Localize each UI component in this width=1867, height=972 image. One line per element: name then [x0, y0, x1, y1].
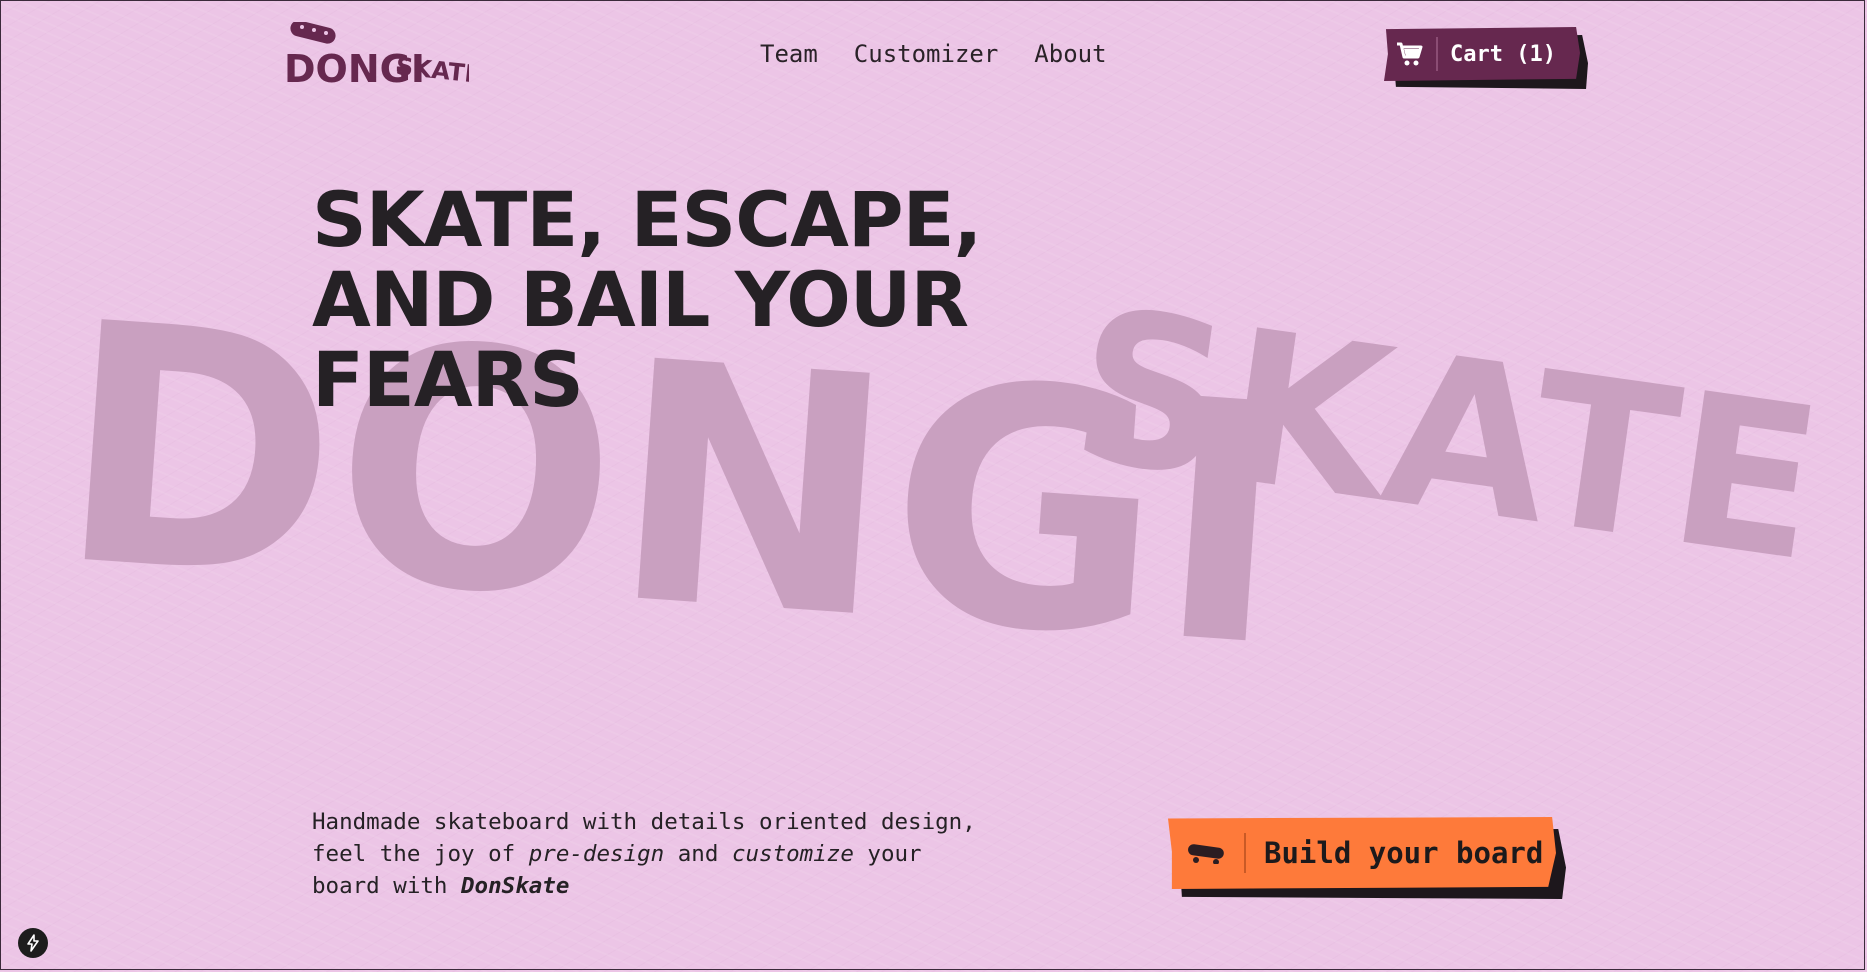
headline-line-2: AND BAIL YOUR — [312, 255, 969, 344]
brand-logo[interactable]: DONGI SKATE — [284, 22, 469, 90]
skateboard-icon — [290, 22, 336, 44]
build-board-label: Build your board — [1264, 836, 1544, 870]
desc-brand-name: DonSkate — [461, 873, 570, 899]
desc-part-2: and — [664, 841, 732, 867]
headline-line-3: FEARS — [312, 335, 584, 424]
lightning-icon — [27, 934, 39, 952]
nav-link-customizer[interactable]: Customizer — [854, 40, 999, 68]
desc-emphasis-predesign: pre-design — [528, 841, 665, 867]
cart-button-body[interactable]: Cart (1) — [1384, 27, 1580, 81]
dev-tools-badge[interactable] — [18, 928, 48, 958]
nav-link-about[interactable]: About — [1034, 40, 1106, 68]
build-board-button-body[interactable]: Build your board — [1168, 817, 1556, 889]
skateboard-icon — [1168, 842, 1244, 864]
headline-line-1: SKATE, ESCAPE, — [312, 175, 982, 264]
build-board-button[interactable]: Build your board — [1168, 817, 1566, 899]
cart-button[interactable]: Cart (1) — [1384, 27, 1588, 89]
hero-description: Handmade skateboard with details oriente… — [312, 806, 992, 902]
nav-link-team[interactable]: Team — [760, 40, 818, 68]
cart-label: Cart (1) — [1450, 41, 1556, 67]
cart-icon — [1384, 41, 1436, 67]
main-nav: Team Customizer About — [760, 40, 1107, 68]
hero-headline: SKATE, ESCAPE, AND BAIL YOUR FEARS — [312, 175, 982, 424]
desc-emphasis-customize: customize — [731, 841, 854, 867]
